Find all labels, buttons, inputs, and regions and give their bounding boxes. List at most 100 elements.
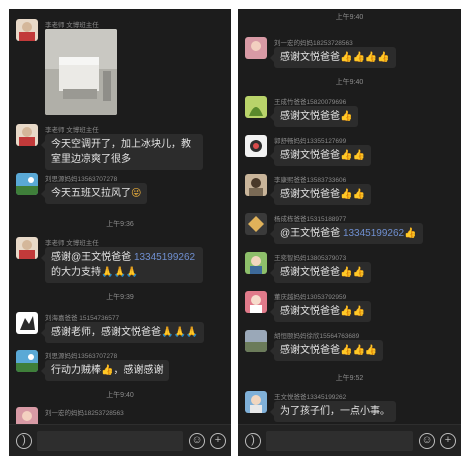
timestamp: 上午9:52 — [335, 375, 364, 382]
message-text: 感谢文悦爸爸 — [280, 306, 340, 317]
message-row: 李老师 文博班主任 — [16, 19, 227, 119]
emoji-icon[interactable]: ☺ — [419, 433, 435, 449]
message-row: 杨成栋爸爸15315188977 @王文悦爸爸 13345199262👍 — [245, 213, 457, 245]
sender-name: 李康熙爸爸13583733606 — [274, 177, 347, 184]
emoji: 👍👍 — [340, 189, 365, 200]
message-bubble[interactable]: 感谢文悦爸爸👍👍👍👍 — [270, 47, 396, 68]
sender-name: 刘一宏的妈妈18253728563 — [45, 410, 124, 417]
message-bubble[interactable]: 感谢文悦爸爸👍👍👍 — [269, 340, 384, 361]
plus-icon[interactable]: + — [440, 433, 456, 449]
message-bubble[interactable]: 感谢文悦爸爸👍 — [269, 106, 359, 127]
emoji: 😜 — [131, 188, 142, 199]
message-bubble[interactable]: 感谢文悦爸爸👍👍 — [270, 184, 371, 205]
sender-name: 郭舒畅妈妈13355127699 — [274, 138, 347, 145]
message-row: 刘思源妈妈13563707278 行动力贼棒👍，感谢感谢 — [16, 350, 227, 382]
message-row: 王成竹爸爸15820079696 感谢文悦爸爸👍 — [245, 96, 457, 128]
message-bubble[interactable]: @王文悦爸爸 13345199262👍 — [270, 223, 423, 244]
voice-icon[interactable]: ) — [16, 433, 32, 449]
message-bubble[interactable]: 感谢@王文悦爸爸 13345199262 的大力支持🙏🙏🙏 — [41, 247, 203, 283]
avatar[interactable] — [245, 174, 267, 196]
avatar[interactable] — [16, 350, 38, 372]
message-text: 感谢文悦爸爸 — [280, 345, 340, 356]
message-bubble[interactable]: 今天空调开了，加上冰块儿，教室里边凉爽了很多 — [41, 134, 203, 170]
message-bubble[interactable]: 感谢老师，感谢文悦爸爸🙏🙏🙏 — [40, 322, 205, 343]
avatar[interactable] — [245, 37, 267, 59]
avatar[interactable] — [16, 19, 38, 41]
timestamp: 上午9:40 — [106, 392, 134, 399]
message-text-continued: 的大力支持 — [51, 267, 101, 278]
sender-name: 刘一宏的妈妈18253728563 — [274, 40, 353, 47]
avatar[interactable] — [245, 330, 267, 352]
sender-name: 胡恒颐妈妈徐欣15564763689 — [274, 333, 360, 340]
emoji: 👍👍 — [340, 267, 365, 278]
message-bubble[interactable]: 行动力贼棒👍，感谢感谢 — [40, 360, 170, 381]
message-text: 为了孩子们，一点小事。 — [280, 406, 390, 417]
emoji: 👍 — [404, 228, 417, 239]
message-bubble[interactable]: 感谢文悦爸爸👍👍 — [270, 301, 371, 322]
emoji-icon[interactable]: ☺ — [189, 433, 205, 449]
sender-name: 董庆越妈妈13053792959 — [274, 294, 347, 301]
message-list[interactable]: 上午9:40 刘一宏的妈妈18253728563 感谢文悦爸爸👍👍👍👍 上午9:… — [238, 9, 461, 424]
avatar[interactable] — [16, 312, 38, 334]
avatar[interactable] — [245, 252, 267, 274]
message-row: 王奕智妈妈13805379073 感谢文悦爸爸👍👍 — [245, 252, 457, 284]
avatar[interactable] — [16, 237, 38, 259]
avatar[interactable] — [245, 96, 267, 118]
message-text: 今天五班又拉风了 — [51, 188, 131, 199]
message-text: 今天空调开了，加上冰块儿，教室里边凉爽了很多 — [51, 139, 191, 165]
sender-name: 刘海嘉爸爸 15154736577 — [45, 315, 120, 322]
timestamp: 上午9:40 — [335, 14, 364, 21]
sender-name: 王文悦爸爸13345199262 — [274, 394, 347, 401]
message-row: 李老师 文博班主任 感谢@王文悦爸爸 13345199262 的大力支持🙏🙏🙏 — [16, 237, 227, 283]
timestamp: 上午9:36 — [106, 221, 134, 228]
message-row: 刘一宏的妈妈18253728563 感谢文悦爸爸👍👍👍👍 — [245, 37, 457, 69]
timestamp: 上午9:39 — [106, 294, 134, 301]
chat-panel-left: 李老师 文博班主任 李老师 文博班主任 今天空调开了，加上冰块儿，教室里边凉爽了… — [9, 9, 231, 456]
avatar[interactable] — [245, 213, 267, 235]
message-input[interactable] — [37, 431, 183, 451]
phone-link[interactable]: 13345199262 — [343, 228, 404, 239]
emoji: 👍👍 — [340, 306, 365, 317]
phone-link[interactable]: 13345199262 — [134, 252, 195, 263]
message-row: 李老师 文博班主任 今天空调开了，加上冰块儿，教室里边凉爽了很多 — [16, 124, 227, 170]
message-row: 李康熙爸爸13583733606 感谢文悦爸爸👍👍 — [245, 174, 457, 206]
sender-name: 王成竹爸爸15820079696 — [274, 99, 347, 106]
message-text: 行动力贼棒 — [51, 365, 101, 376]
emoji: 👍👍👍 — [340, 345, 378, 356]
sender-name: 李老师 文博班主任 — [45, 22, 99, 29]
message-text: 感谢文悦爸爸 — [280, 189, 340, 200]
message-bubble[interactable]: 感谢文悦爸爸👍👍 — [270, 145, 371, 166]
message-bubble[interactable]: 为了孩子们，一点小事。 — [270, 401, 396, 422]
chat-panel-right: 上午9:40 刘一宏的妈妈18253728563 感谢文悦爸爸👍👍👍👍 上午9:… — [238, 9, 461, 456]
message-text: 感谢老师，感谢文悦爸爸 — [51, 327, 161, 338]
avatar[interactable] — [16, 173, 38, 195]
sender-name: 杨成栋爸爸15315188977 — [274, 216, 347, 223]
message-row: 王文悦爸爸13345199262 为了孩子们，一点小事。 — [245, 391, 457, 423]
message-row: 刘海嘉爸爸 15154736577 感谢老师，感谢文悦爸爸🙏🙏🙏 — [16, 312, 227, 344]
message-row: 刘思源妈妈13563707278 今天五班又拉风了😜 — [16, 173, 227, 204]
emoji: 🙏🙏🙏 — [101, 267, 139, 278]
sender-name: 刘思源妈妈13563707278 — [45, 176, 118, 183]
emoji: 👍👍 — [340, 150, 365, 161]
sender-name: 刘思源妈妈13563707278 — [45, 353, 118, 360]
sender-name: 王奕智妈妈13805379073 — [274, 255, 347, 262]
emoji: 🙏🙏🙏 — [161, 327, 199, 338]
plus-icon[interactable]: + — [210, 433, 226, 449]
sender-name: 李老师 文博班主任 — [45, 127, 99, 134]
message-list[interactable]: 李老师 文博班主任 李老师 文博班主任 今天空调开了，加上冰块儿，教室里边凉爽了… — [9, 9, 231, 429]
voice-icon[interactable]: ) — [245, 433, 261, 449]
input-bar: ) ☺ + — [9, 424, 231, 456]
avatar[interactable] — [16, 124, 38, 146]
message-input[interactable] — [266, 431, 413, 451]
photo-attachment[interactable] — [45, 29, 117, 115]
message-row: 胡恒颐妈妈徐欣15564763689 感谢文悦爸爸👍👍👍 — [245, 330, 457, 362]
message-bubble[interactable]: 今天五班又拉风了😜 — [40, 183, 148, 204]
avatar[interactable] — [245, 391, 267, 413]
avatar[interactable] — [245, 291, 267, 313]
message-text: @王文悦爸爸 — [280, 228, 343, 239]
message-bubble[interactable]: 感谢文悦爸爸👍👍 — [270, 262, 371, 283]
input-bar: ) ☺ + — [238, 424, 461, 456]
avatar[interactable] — [245, 135, 267, 157]
emoji: 👍👍👍👍 — [340, 52, 390, 63]
emoji: 👍 — [340, 111, 353, 122]
